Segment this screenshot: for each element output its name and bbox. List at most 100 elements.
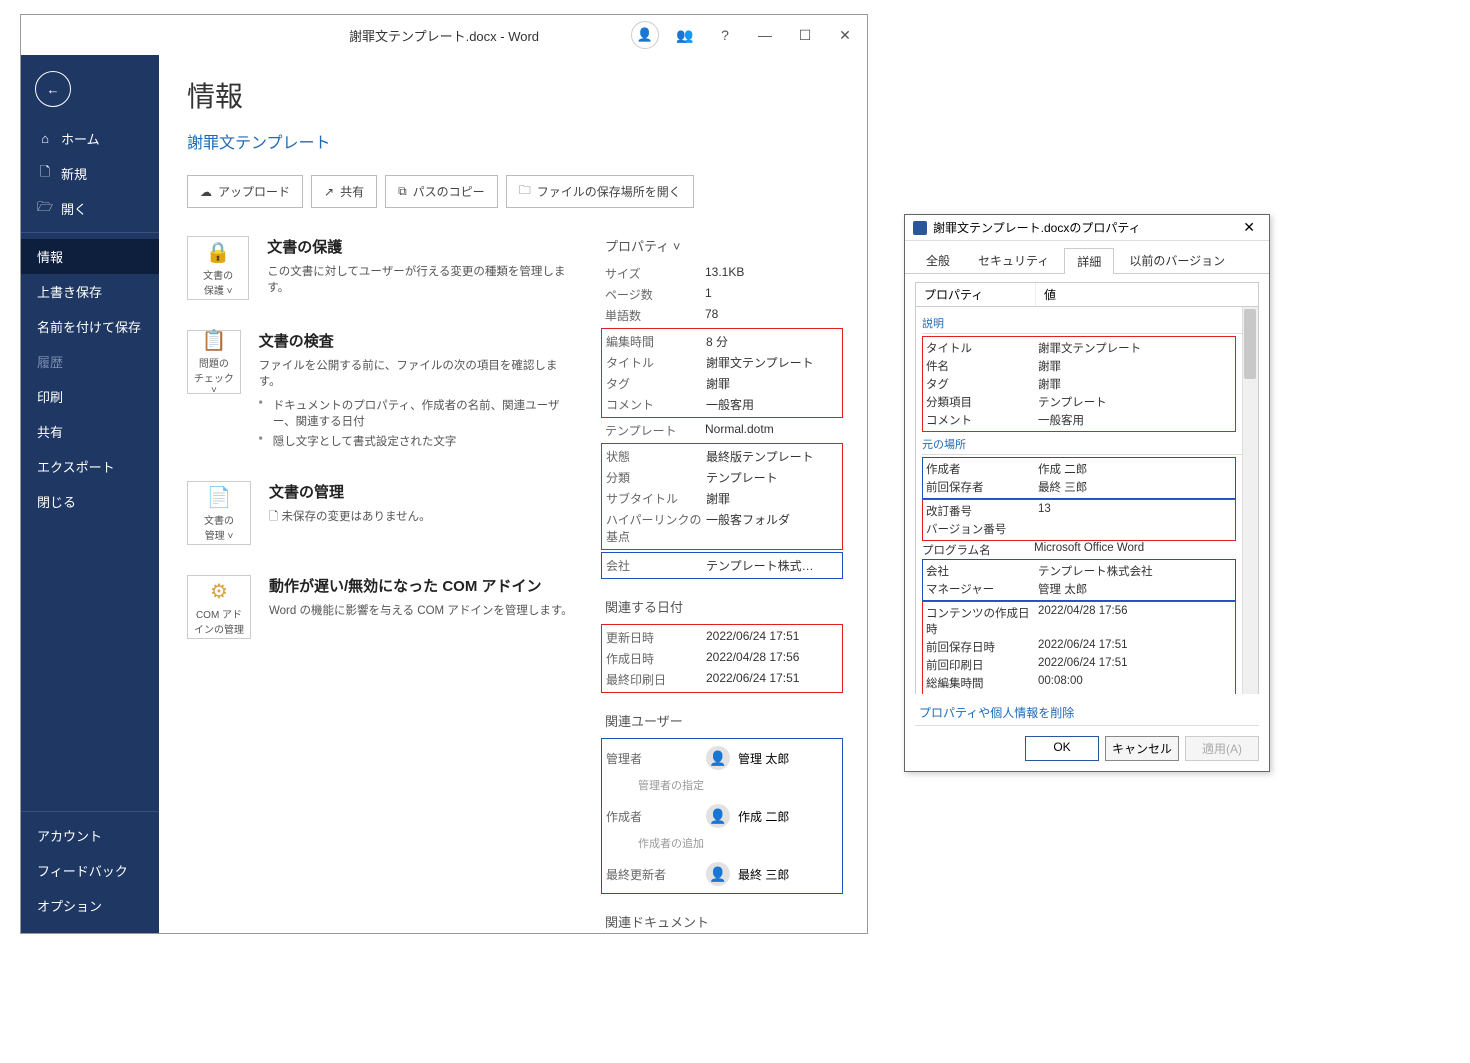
backstage-sidebar: ← ⌂ホーム 🗋新規 🗁開く 情報 上書き保存 名前を付けて保存 履歴 印刷 共…	[21, 55, 159, 933]
share-icon: ↗	[324, 185, 334, 199]
avatar-icon: 👤	[706, 746, 730, 770]
highlight-red: 編集時間8 分 タイトル謝罪文テンプレート タグ謝罪 コメント一般客用	[601, 328, 843, 418]
property-list: 説明 タイトル謝罪文テンプレート 件名謝罪 タグ謝罪 分類項目テンプレート コメ…	[915, 307, 1259, 694]
document-name: 謝罪文テンプレート	[187, 129, 839, 153]
highlight-blue: 会社テンプレート株式会社 マネージャー管理 太郎	[922, 559, 1236, 601]
highlight-red: コンテンツの作成日時2022/04/28 17:56 前回保存日時2022/06…	[922, 601, 1236, 694]
dialog-close-button[interactable]: ✕	[1237, 219, 1261, 236]
highlight-red: 更新日時2022/06/24 17:51 作成日時2022/04/28 17:5…	[601, 624, 843, 693]
group-description: 説明	[922, 311, 1252, 334]
inspect-item: ドキュメントのプロパティ、作成者の名前、関連ユーザー、関連する日付	[259, 395, 577, 431]
close-button[interactable]: ✕	[827, 19, 863, 51]
highlight-red: 状態最終版テンプレート 分類テンプレート サブタイトル謝罪 ハイパーリンクの基点…	[601, 443, 843, 550]
word-icon	[913, 221, 927, 235]
protect-desc: この文書に対してユーザーが行える変更の種類を管理します。	[267, 263, 577, 295]
inspect-desc: ファイルを公開する前に、ファイルの次の項目を確認します。	[259, 357, 577, 389]
nav-saveas[interactable]: 名前を付けて保存	[21, 309, 159, 344]
maximize-button[interactable]: ☐	[787, 19, 823, 51]
addin-desc: Word の機能に影響を与える COM アドインを管理します。	[269, 602, 573, 618]
group-origin: 元の場所	[922, 432, 1252, 455]
tab-security[interactable]: セキュリティ	[965, 247, 1062, 273]
check-issues-button[interactable]: 📋 問題の チェック ˅	[187, 330, 241, 394]
nav-info[interactable]: 情報	[21, 239, 159, 274]
share-button[interactable]: ↗共有	[311, 175, 377, 208]
tab-details[interactable]: 詳細	[1064, 248, 1114, 274]
highlight-red: タイトル謝罪文テンプレート 件名謝罪 タグ謝罪 分類項目テンプレート コメント一…	[922, 336, 1236, 432]
dialog-title: 謝罪文テンプレート.docxのプロパティ	[933, 219, 1141, 236]
file-properties-dialog: 謝罪文テンプレート.docxのプロパティ ✕ 全般 セキュリティ 詳細 以前のバ…	[904, 214, 1270, 772]
open-location-button[interactable]: 🗀ファイルの保存場所を開く	[506, 175, 694, 208]
related-documents-header: 関連ドキュメント	[605, 912, 839, 931]
properties-panel: プロパティ ˅ サイズ13.1KB ページ数1 単語数78 編集時間8 分 タイ…	[605, 236, 839, 933]
help-button[interactable]: ?	[707, 19, 743, 51]
highlight-blue: 会社テンプレート株式…	[601, 552, 843, 579]
copy-path-button[interactable]: ⧉パスのコピー	[385, 175, 498, 208]
inspect-heading: 文書の検査	[259, 330, 577, 351]
nav-home[interactable]: ⌂ホーム	[21, 121, 159, 156]
highlight-blue: 管理者 👤管理 太郎 管理者の指定 作成者 👤作成 二郎 作成者の追加 最終更新…	[601, 738, 843, 894]
protect-document-button[interactable]: 🔒 文書の 保護 ˅	[187, 236, 249, 300]
avatar-icon: 👤	[706, 862, 730, 886]
clipboard-icon: 📋	[201, 328, 226, 353]
account-icon[interactable]: 👤	[631, 21, 659, 49]
document-icon: 🗋	[37, 166, 53, 182]
window-title: 謝罪文テンプレート.docx - Word	[349, 26, 539, 45]
nav-history: 履歴	[21, 344, 159, 379]
manage-document-button[interactable]: 📄 文書の 管理 ˅	[187, 481, 251, 545]
scrollbar-thumb[interactable]	[1244, 309, 1256, 379]
related-dates-header: 関連する日付	[605, 597, 839, 616]
inspect-card: 📋 問題の チェック ˅ 文書の検査 ファイルを公開する前に、ファイルの次の項目…	[187, 330, 577, 451]
nav-share[interactable]: 共有	[21, 414, 159, 449]
document-gear-icon: 📄	[207, 485, 232, 510]
nav-new[interactable]: 🗋新規	[21, 156, 159, 191]
protect-card: 🔒 文書の 保護 ˅ 文書の保護 この文書に対してユーザーが行える変更の種類を管…	[187, 236, 577, 300]
backstage-content: 情報 謝罪文テンプレート ☁アップロード ↗共有 ⧉パスのコピー 🗀ファイルの保…	[159, 55, 867, 933]
nav-close[interactable]: 閉じる	[21, 484, 159, 519]
back-button[interactable]: ←	[35, 71, 71, 107]
nav-account[interactable]: アカウント	[21, 818, 159, 853]
addin-heading: 動作が遅い/無効になった COM アドイン	[269, 575, 573, 596]
tab-general[interactable]: 全般	[913, 247, 963, 273]
upload-button[interactable]: ☁アップロード	[187, 175, 303, 208]
manage-card: 📄 文書の 管理 ˅ 文書の管理 🗋 未保存の変更はありません。	[187, 481, 577, 545]
apply-button: 適用(A)	[1185, 736, 1259, 761]
share-header-button[interactable]: 👥	[667, 19, 703, 51]
gear-icon: ⚙	[210, 579, 228, 604]
properties-header[interactable]: プロパティ ˅	[605, 236, 839, 255]
nav-export[interactable]: エクスポート	[21, 449, 159, 484]
nav-feedback[interactable]: フィードバック	[21, 853, 159, 888]
nav-open[interactable]: 🗁開く	[21, 191, 159, 226]
manage-heading: 文書の管理	[269, 481, 431, 502]
protect-heading: 文書の保護	[267, 236, 577, 257]
dialog-tabs: 全般 セキュリティ 詳細 以前のバージョン	[905, 241, 1269, 274]
cancel-button[interactable]: キャンセル	[1105, 736, 1179, 761]
highlight-red: 改訂番号13 バージョン番号	[922, 499, 1236, 541]
upload-icon: ☁	[200, 185, 212, 199]
title-bar: 謝罪文テンプレート.docx - Word 👤 👥 ? ― ☐ ✕	[21, 15, 867, 55]
page-title: 情報	[187, 75, 839, 115]
link-icon: ⧉	[398, 184, 407, 199]
word-backstage-window: 謝罪文テンプレート.docx - Word 👤 👥 ? ― ☐ ✕ ← ⌂ホーム…	[20, 14, 868, 934]
folder-icon: 🗀	[519, 181, 531, 202]
lock-icon: 🔒	[206, 240, 231, 265]
folder-open-icon: 🗁	[37, 201, 53, 217]
home-icon: ⌂	[37, 131, 53, 147]
dialog-title-bar: 謝罪文テンプレート.docxのプロパティ ✕	[905, 215, 1269, 241]
ok-button[interactable]: OK	[1025, 736, 1099, 761]
action-row: ☁アップロード ↗共有 ⧉パスのコピー 🗀ファイルの保存場所を開く	[187, 175, 839, 208]
tab-previous-versions[interactable]: 以前のバージョン	[1116, 247, 1238, 273]
com-addin-button[interactable]: ⚙ COM アド インの管理	[187, 575, 251, 639]
minimize-button[interactable]: ―	[747, 19, 783, 51]
inspect-item: 隠し文字として書式設定された文字	[259, 431, 577, 451]
highlight-blue: 作成者作成 二郎 前回保存者最終 三郎	[922, 457, 1236, 499]
remove-properties-link[interactable]: プロパティや個人情報を削除	[915, 694, 1259, 726]
avatar-icon: 👤	[706, 804, 730, 828]
nav-options[interactable]: オプション	[21, 888, 159, 923]
manage-desc: 🗋 未保存の変更はありません。	[269, 508, 431, 528]
property-list-header: プロパティ 値	[915, 282, 1259, 307]
nav-print[interactable]: 印刷	[21, 379, 159, 414]
scrollbar[interactable]	[1242, 307, 1258, 694]
nav-save[interactable]: 上書き保存	[21, 274, 159, 309]
window-controls: 👤 👥 ? ― ☐ ✕	[631, 15, 863, 55]
related-users-header: 関連ユーザー	[605, 711, 839, 730]
